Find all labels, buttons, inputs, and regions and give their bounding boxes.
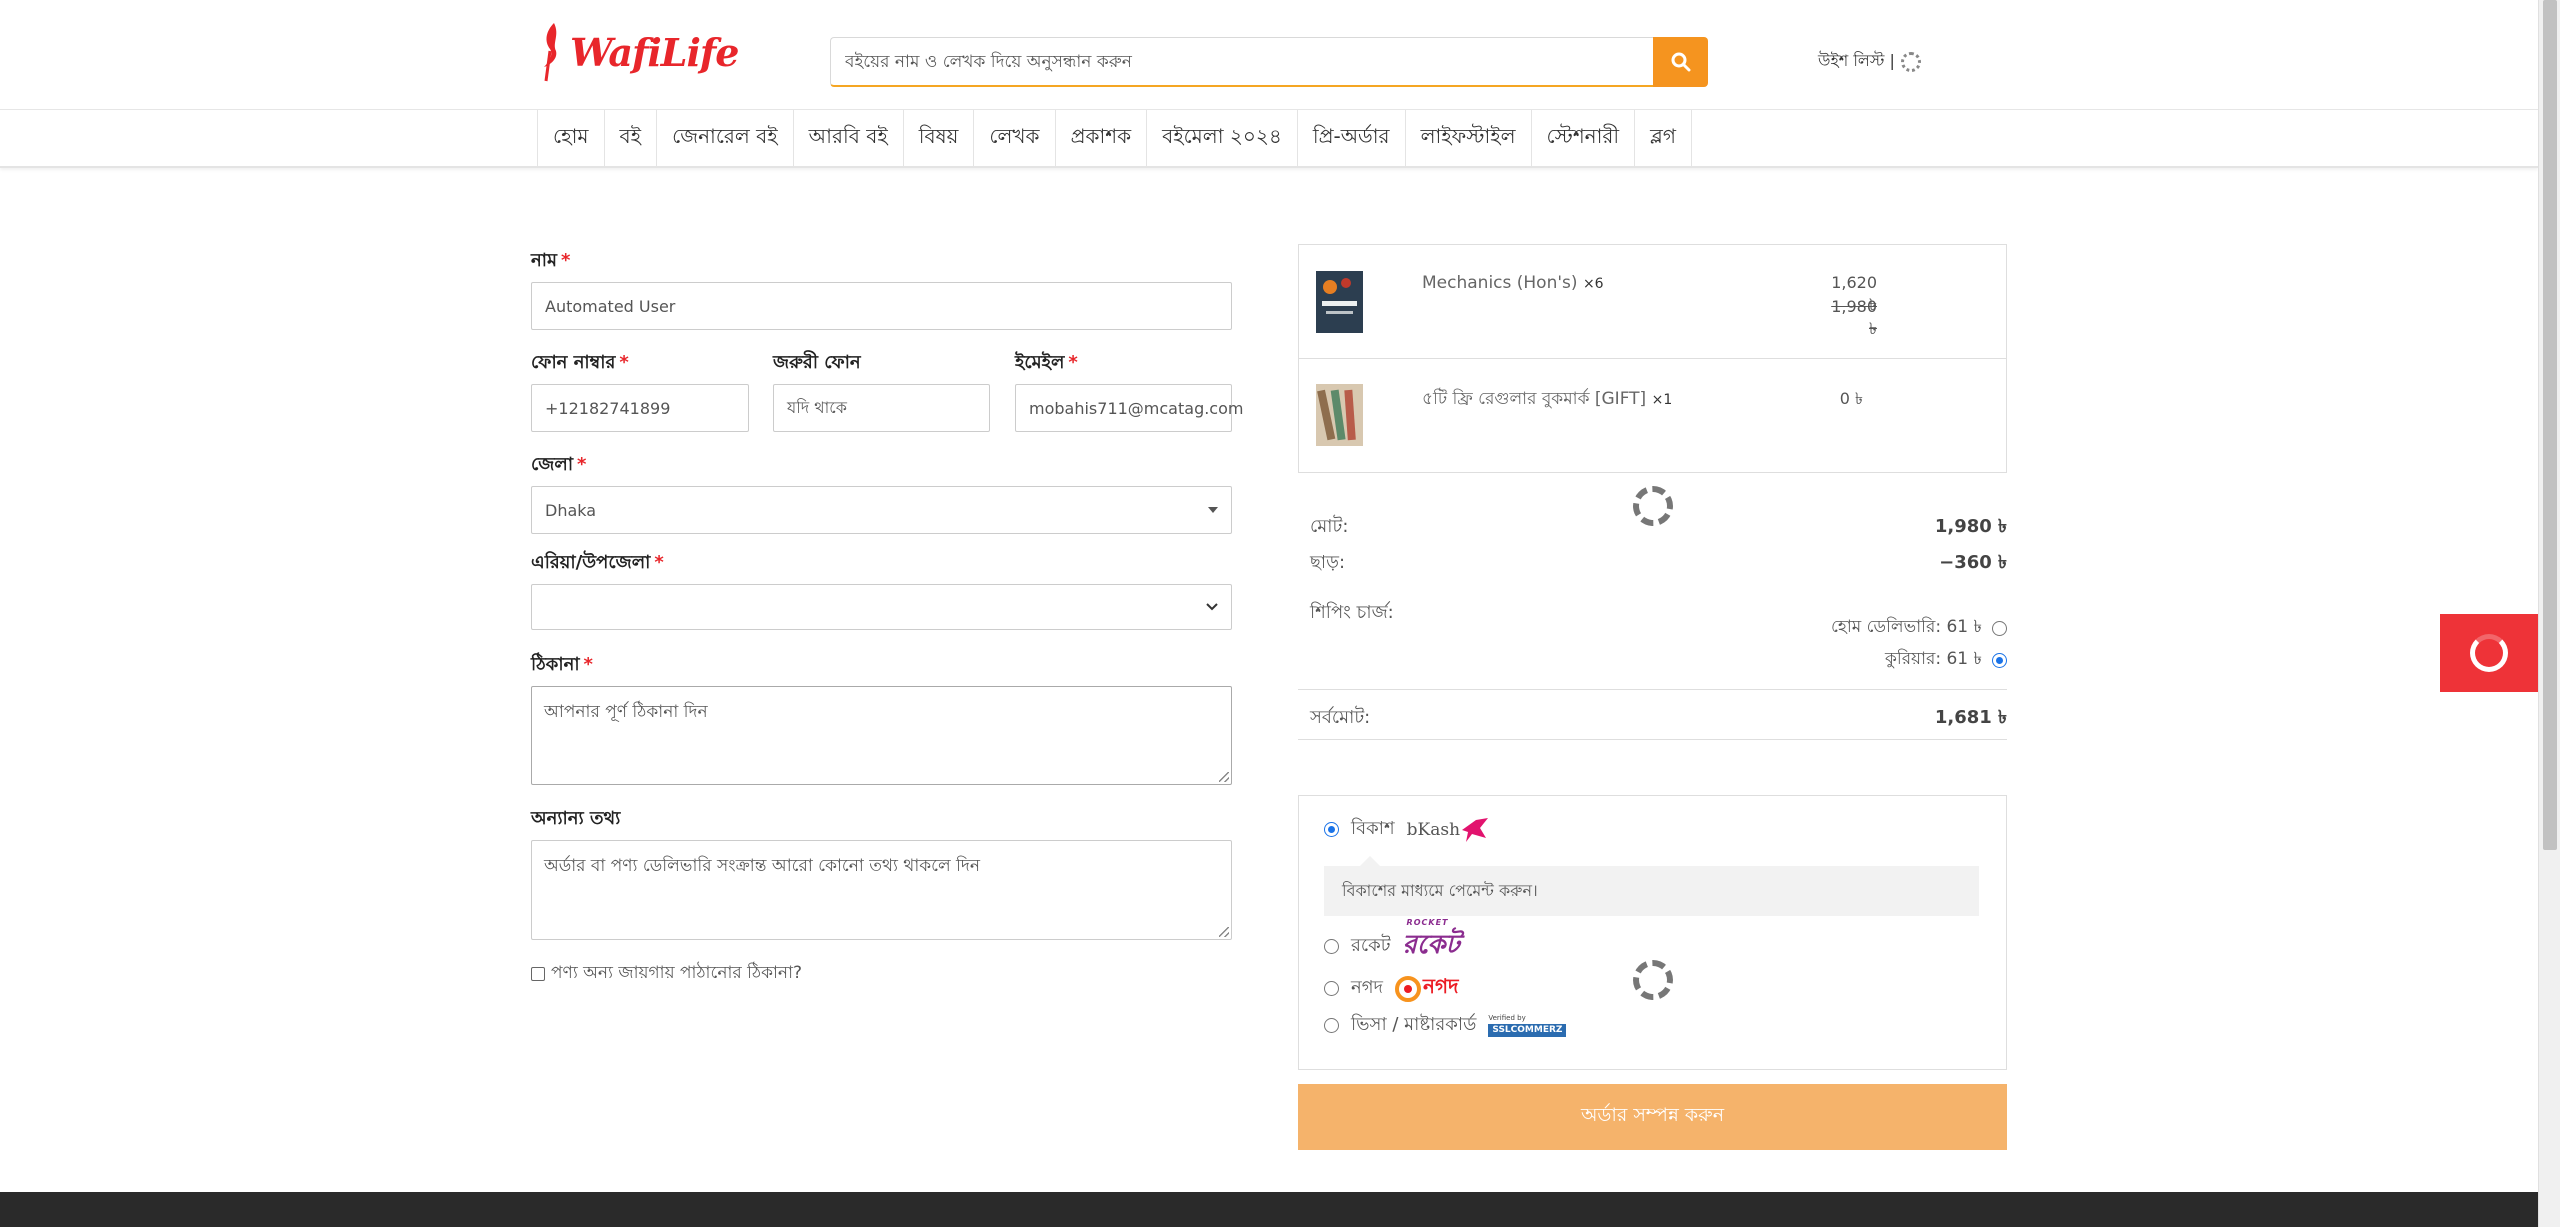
other-info-label: অন্যান্য তথ্য [531, 808, 621, 829]
grand-total-value: 1,681 ৳ [1934, 707, 2007, 728]
search-bar [830, 37, 1708, 87]
district-select[interactable]: Dhaka [531, 486, 1232, 534]
phone-field[interactable]: +12182741899 [531, 384, 749, 432]
nav-item-home[interactable]: হোম [537, 110, 604, 166]
bkash-logo: bKash [1407, 816, 1490, 844]
card-label: ভিসা / মাষ্টারকার্ড [1351, 1014, 1477, 1035]
name-field[interactable]: Automated User [531, 282, 1232, 330]
cart-item: Mechanics (Hon's) ×6 1,620 ৳ 1,980 ৳ [1299, 245, 2006, 358]
chevron-down-icon [1206, 603, 1218, 611]
area-select[interactable] [531, 584, 1232, 630]
shipping-courier-label: কুরিয়ার: 61 ৳ [1884, 649, 1982, 669]
site-header: WafiLife উইশ লিস্ট | [0, 0, 2538, 110]
payment-option-card[interactable]: ভিসা / মাষ্টারকার্ড Verified by SSLCOMME… [1324, 1010, 1567, 1041]
nav-item-book-fair[interactable]: বইমেলা ২০২৪ [1146, 110, 1297, 166]
radio-nagad[interactable] [1324, 981, 1339, 996]
divider [1298, 739, 2007, 740]
address-textarea[interactable]: আপনার পূর্ণ ঠিকানা দিন [531, 686, 1232, 785]
email-field[interactable]: mobahis711@mcatag.com [1015, 384, 1243, 432]
loading-ring-icon [2470, 634, 2508, 672]
loading-spinner-icon [1900, 51, 1921, 72]
rocket-label: রকেট [1351, 934, 1391, 956]
resize-handle-icon[interactable] [1219, 772, 1229, 782]
area-label: এরিয়া/উপজেলা * [531, 552, 664, 573]
payment-methods-box: বিকাশ bKash বিকাশের মাধ্যমে পেমেন্ট করুন… [1298, 795, 2007, 1070]
address-label: ঠিকানা * [531, 654, 593, 675]
payment-option-bkash[interactable]: বিকাশ bKash [1324, 814, 1490, 845]
discount-value: −360 ৳ [1939, 552, 2007, 573]
discount-label: ছাড়: [1310, 552, 1346, 573]
loading-spinner-icon [1633, 486, 1673, 526]
main-nav: হোম বই জেনারেল বই আরবি বই বিষয় লেখক প্র… [0, 110, 2538, 168]
email-label: ইমেইল * [1015, 352, 1078, 373]
cart-item: ৫টি ফ্রি রেগুলার বুকমার্ক [GIFT] ×1 0 ৳ [1299, 358, 2006, 472]
bkash-label: বিকাশ [1351, 818, 1395, 839]
divider [1298, 689, 2007, 690]
rocket-logo: ROCKET রকেট [1402, 918, 1460, 960]
logo-leaf-icon [544, 23, 557, 82]
book-cover-thumbnail[interactable] [1316, 271, 1363, 333]
nav-item-blog[interactable]: ব্লগ [1634, 110, 1692, 166]
search-button[interactable] [1653, 37, 1708, 87]
ship-elsewhere-checkbox[interactable]: পণ্য অন্য জায়গায় পাঠানোর ঠিকানা? [531, 960, 802, 988]
bkash-bird-icon [1462, 817, 1489, 842]
total-label: মোট: [1310, 516, 1349, 537]
nagad-label: নগদ [1351, 977, 1383, 998]
loading-spinner-icon [1633, 960, 1673, 1000]
nav-item-publishers[interactable]: প্রকাশক [1054, 110, 1147, 166]
phone-label: ফোন নাম্বার * [531, 352, 629, 373]
cart-item-name: Mechanics (Hon's) ×6 [1422, 273, 1604, 293]
nav-item-stationery[interactable]: স্টেশনারী [1530, 110, 1635, 166]
logo-text: WafiLife [570, 29, 739, 75]
nav-item-books[interactable]: বই [603, 110, 657, 166]
shipping-home-label: হোম ডেলিভারি: 61 ৳ [1831, 617, 1982, 637]
nav-item-arabic-books[interactable]: আরবি বই [792, 110, 903, 166]
bookmark-thumbnail[interactable] [1316, 384, 1363, 446]
floating-cart-widget[interactable] [2440, 614, 2538, 692]
radio-card[interactable] [1324, 1018, 1339, 1033]
nagad-logo: নগদ [1395, 972, 1459, 1005]
wishlist-label: উইশ লিস্ট | [1818, 51, 1895, 70]
site-footer [0, 1192, 2538, 1227]
radio-courier[interactable] [1992, 652, 2007, 668]
nav-item-subjects[interactable]: বিষয় [902, 110, 974, 166]
wishlist-link[interactable]: উইশ লিস্ট | [1818, 48, 1921, 75]
radio-home-delivery[interactable] [1992, 620, 2007, 636]
cart-items-box: Mechanics (Hon's) ×6 1,620 ৳ 1,980 ৳ ৫টি… [1298, 244, 2007, 473]
checkbox-box[interactable] [531, 967, 545, 981]
place-order-button[interactable]: অর্ডার সম্পন্ন করুন [1298, 1084, 2007, 1150]
shipping-label: শিপিং চার্জ: [1310, 602, 1394, 623]
alt-phone-label: জরুরী ফোন [773, 352, 861, 373]
radio-bkash[interactable] [1324, 822, 1339, 837]
resize-handle-icon[interactable] [1219, 927, 1229, 937]
total-value: 1,980 ৳ [1934, 516, 2007, 537]
radio-rocket[interactable] [1324, 938, 1339, 954]
payment-option-rocket[interactable]: রকেট ROCKET রকেট [1324, 918, 1460, 968]
site-logo[interactable]: WafiLife [540, 18, 739, 86]
shipping-option-courier[interactable]: কুরিয়ার: 61 ৳ [1885, 646, 2007, 674]
scrollbar-thumb[interactable] [2543, 0, 2557, 850]
cart-item-old-price: 1,980 ৳ [1831, 297, 1877, 338]
other-info-textarea[interactable]: অর্ডার বা পণ্য ডেলিভারি সংক্রান্ত আরো কো… [531, 840, 1232, 940]
sslcommerz-logo: Verified by SSLCOMMERZ [1488, 1014, 1567, 1037]
nav-item-general-books[interactable]: জেনারেল বই [656, 110, 793, 166]
nav-item-lifestyle[interactable]: লাইফস্টাইল [1404, 110, 1531, 166]
nagad-swirl-icon [1395, 975, 1421, 1002]
district-label: জেলা * [531, 454, 587, 475]
payment-option-nagad[interactable]: নগদ নগদ [1324, 972, 1459, 1005]
bkash-note: বিকাশের মাধ্যমে পেমেন্ট করুন। [1324, 856, 1979, 916]
cart-item-price: 0 ৳ [1839, 389, 1863, 408]
cart-item-name: ৫টি ফ্রি রেগুলার বুকমার্ক [GIFT] ×1 [1422, 389, 1673, 409]
ship-elsewhere-label: পণ্য অন্য জায়গায় পাঠানোর ঠিকানা? [551, 963, 803, 983]
grand-total-label: সর্বমোট: [1310, 707, 1371, 728]
alt-phone-field[interactable]: যদি থাকে [773, 384, 990, 432]
search-input[interactable] [830, 37, 1653, 87]
search-icon [1671, 52, 1690, 72]
nav-item-authors[interactable]: লেখক [973, 110, 1054, 166]
nav-item-pre-order[interactable]: প্রি-অর্ডার [1296, 110, 1405, 166]
name-label: নাম * [531, 250, 571, 271]
dropdown-caret-icon [1208, 507, 1218, 513]
shipping-option-home[interactable]: হোম ডেলিভারি: 61 ৳ [1831, 614, 2007, 642]
page-scrollbar[interactable] [2538, 0, 2560, 1227]
